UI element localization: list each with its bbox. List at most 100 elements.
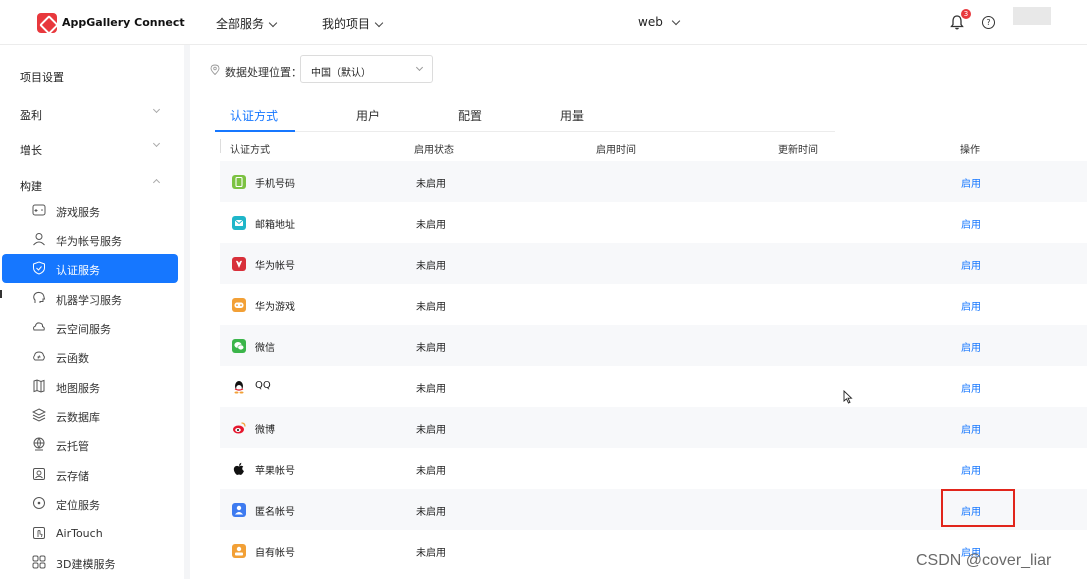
sidebar-item-huawei-account-service[interactable]: 华为帐号服务 [2,225,178,254]
column-enabled-time: 启用时间 [596,145,636,156]
enable-link[interactable]: 启用 [961,421,981,436]
auth-method-name: 华为游戏 [255,302,295,313]
auth-method-name: 微博 [255,425,275,436]
sidebar-item-label: 3D建模服务 [56,558,116,571]
mail-icon [232,216,246,230]
enable-link[interactable]: 启用 [961,175,981,190]
table-row: 华为游戏 未启用 启用 [220,284,1087,325]
apple-icon [232,462,246,476]
data-location-label: 数据处理位置： [225,66,302,79]
table-row: 匿名帐号 未启用 启用 [220,489,1087,530]
auth-method-name: 自有帐号 [255,548,295,559]
auth-method-status: 未启用 [416,466,446,477]
qq-icon [232,380,246,394]
game-icon [232,298,246,312]
table-row: 微信 未启用 启用 [220,325,1087,366]
tab-auth-methods[interactable]: 认证方式 [230,107,278,124]
table-header: 认证方式 启用状态 启用时间 更新时间 操作 [220,135,1087,161]
auth-method-name: 华为帐号 [255,261,295,272]
sidebar-item-label: 云函数 [56,352,89,365]
chevron-down-icon [415,63,424,72]
auth-method-status: 未启用 [416,425,446,436]
sidebar-item-cloud-function[interactable]: 云函数 [2,342,178,371]
main-content: 数据处理位置： 中国（默认） 认证方式 用户 配置 用量 认证方式 启用状态 启… [190,45,1087,579]
phone-icon [232,175,246,189]
left-edge-marker [0,290,2,298]
enable-link[interactable]: 启用 [961,216,981,231]
weibo-icon [232,421,246,435]
appgallery-logo-icon[interactable] [37,13,57,33]
own-account-icon [232,544,246,558]
nav-all-services-label: 全部服务 [216,17,265,31]
highlight-box [941,489,1015,527]
tab-users[interactable]: 用户 [356,107,380,124]
sidebar-section-project-settings[interactable]: 项目设置 [20,69,64,85]
grid-icon [32,555,46,569]
sidebar-item-3d-modeling[interactable]: 3D建模服务 [2,548,178,577]
chevron-up-icon[interactable] [152,178,161,187]
project-selector-label: web [638,15,663,29]
brand-name[interactable]: AppGallery Connect [62,16,185,29]
sidebar-section-build[interactable]: 构建 [20,178,42,194]
help-icon[interactable]: ? [982,16,995,29]
sidebar-item-label: 地图服务 [56,382,100,395]
auth-method-name: 邮箱地址 [255,220,295,231]
nav-all-services[interactable]: 全部服务 [216,15,278,32]
cloud-function-icon [32,349,46,363]
huawei-icon [232,257,246,271]
tab-usage[interactable]: 用量 [560,107,584,124]
notification-badge: 3 [961,9,971,19]
column-action: 操作 [960,145,980,156]
sidebar-section-monetize[interactable]: 盈利 [20,107,42,123]
shield-check-icon [32,261,46,275]
auth-method-status: 未启用 [416,507,446,518]
sidebar-item-cloud-storage[interactable]: 云存储 [2,460,178,489]
sidebar-item-location-service[interactable]: 定位服务 [2,489,178,518]
sidebar-item-cloud-space[interactable]: 云空间服务 [2,313,178,342]
table-row: 微博 未启用 启用 [220,407,1087,448]
sidebar-item-auth-service[interactable]: 认证服务 [2,254,178,283]
enable-link[interactable]: 启用 [961,380,981,395]
enable-link[interactable]: 启用 [961,298,981,313]
chevron-down-icon[interactable] [152,139,161,148]
sidebar-item-ml-service[interactable]: 机器学习服务 [2,284,178,313]
enable-link[interactable]: 启用 [961,257,981,272]
enable-link[interactable]: 启用 [961,462,981,477]
avatar[interactable] [1013,7,1051,25]
tab-config[interactable]: 配置 [458,107,482,124]
sidebar-item-label: 华为帐号服务 [56,235,122,248]
sidebar-section-grow[interactable]: 增长 [20,142,42,158]
auth-method-status: 未启用 [416,548,446,559]
table-row: QQ 未启用 启用 [220,366,1087,407]
sidebar-item-label: 游戏服务 [56,206,100,219]
auth-method-status: 未启用 [416,220,446,231]
auth-method-status: 未启用 [416,343,446,354]
sidebar-item-cloud-hosting[interactable]: 云托管 [2,430,178,459]
tab-active-indicator [215,130,295,132]
column-auth-method: 认证方式 [230,145,270,156]
sidebar-item-label: AirTouch [56,527,103,540]
storage-icon [32,467,46,481]
chevron-down-icon [671,16,681,26]
enable-link[interactable]: 启用 [961,339,981,354]
sidebar-item-game-service[interactable]: 游戏服务 [2,196,178,225]
table-row: 手机号码 未启用 启用 [220,161,1087,202]
database-icon [31,408,47,422]
sidebar-item-airtouch[interactable]: AirTouch [2,519,178,548]
auth-method-name: QQ [255,380,271,391]
sidebar-item-label: 定位服务 [56,499,100,512]
auth-method-status: 未启用 [416,261,446,272]
chevron-down-icon[interactable] [152,105,161,114]
sidebar-item-cloud-db[interactable]: 云数据库 [2,401,178,430]
user-icon [32,232,46,246]
mouse-cursor-icon [843,389,853,404]
sidebar-item-map-service[interactable]: 地图服务 [2,372,178,401]
locate-icon [32,496,46,510]
top-bar: AppGallery Connect 全部服务 我的项目 web 3 ? [0,0,1087,45]
column-updated-time: 更新时间 [778,145,818,156]
project-selector[interactable]: web [638,15,681,29]
location-pin-icon [210,64,220,76]
data-location-select[interactable]: 中国（默认） [300,55,433,83]
anonymous-icon [232,503,246,517]
nav-my-projects[interactable]: 我的项目 [322,15,384,32]
